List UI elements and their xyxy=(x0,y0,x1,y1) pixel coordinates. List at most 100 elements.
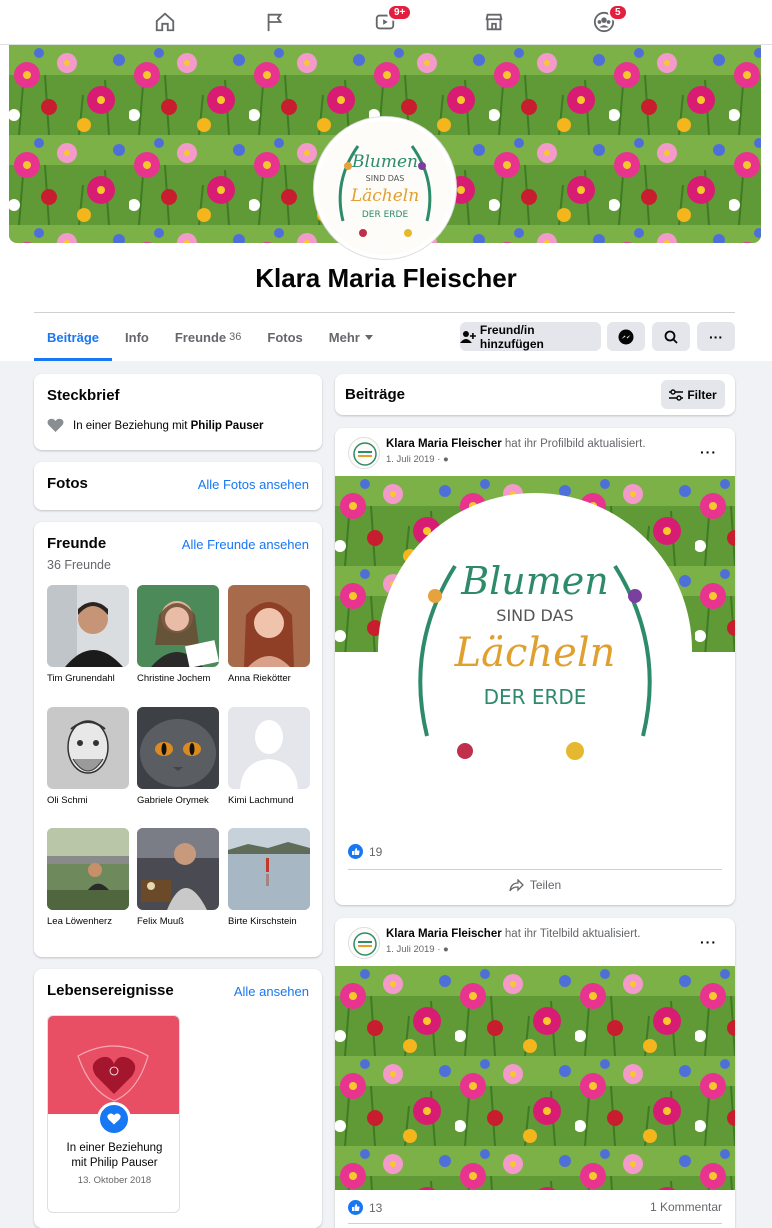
posts-header-card: Beiträge Filter xyxy=(335,374,735,415)
tab-more[interactable]: Mehr xyxy=(316,313,386,361)
friend-name[interactable]: Kimi Lachmund xyxy=(228,795,310,806)
friend-name[interactable]: Felix Muuß xyxy=(137,916,219,927)
chevron-down-icon xyxy=(364,334,373,340)
home-icon[interactable] xyxy=(151,8,179,36)
post-author-avatar[interactable] xyxy=(348,927,380,959)
post-reactions[interactable]: 13 xyxy=(348,1200,382,1215)
share-button[interactable]: Teilen xyxy=(335,878,735,892)
tab-friends[interactable]: Freunde 36 xyxy=(162,313,255,361)
posts-title: Beiträge xyxy=(345,386,406,403)
post-date[interactable]: 1. Juli 2019 · ● xyxy=(386,944,449,955)
friend-item[interactable]: Lea Löwenherz xyxy=(47,828,129,927)
svg-text:DER ERDE: DER ERDE xyxy=(484,685,587,709)
post-author-name[interactable]: Klara Maria Fleischer xyxy=(386,928,502,940)
friend-name[interactable]: Oli Schmi xyxy=(47,795,129,806)
friend-name[interactable]: Birte Kirschstein xyxy=(228,916,310,927)
marketplace-icon[interactable] xyxy=(480,8,508,36)
intro-title: Steckbrief xyxy=(47,387,120,404)
post-divider xyxy=(348,869,722,870)
friend-name[interactable]: Tim Grunendahl xyxy=(47,673,129,684)
friend-photo[interactable] xyxy=(137,585,219,667)
friend-photo[interactable] xyxy=(228,585,310,667)
friend-name[interactable]: Lea Löwenherz xyxy=(47,916,129,927)
profile-picture[interactable]: Blumen SIND DAS Lächeln DER ERDE xyxy=(314,117,456,259)
friend-item[interactable]: Christine Jochem xyxy=(137,585,219,684)
friend-item[interactable]: Felix Muuß xyxy=(137,828,219,927)
friend-item[interactable]: Kimi Lachmund xyxy=(228,707,310,806)
life-event-item[interactable]: In einer Beziehung mit Philip Pauser 13.… xyxy=(47,1015,180,1213)
post-author-line: Klara Maria Fleischer hat ihr Titelbild … xyxy=(386,928,641,940)
friend-photo[interactable] xyxy=(228,828,310,910)
svg-text:Blumen: Blumen xyxy=(460,559,609,603)
photos-title: Fotos xyxy=(47,475,88,492)
profile-header: Blumen SIND DAS Lächeln DER ERDE Klara M… xyxy=(0,45,772,361)
svg-text:SIND DAS: SIND DAS xyxy=(366,174,405,183)
intro-card: Steckbrief In einer Beziehung mit Philip… xyxy=(34,374,322,450)
post-image[interactable] xyxy=(335,966,735,1190)
all-life-events-link[interactable]: Alle ansehen xyxy=(234,984,309,999)
all-photos-link[interactable]: Alle Fotos ansehen xyxy=(198,477,309,492)
comments-count[interactable]: 1 Kommentar xyxy=(650,1200,722,1214)
friend-item[interactable]: Anna Riekötter xyxy=(228,585,310,684)
globe-icon: ● xyxy=(443,454,449,465)
friend-item[interactable]: Gabriele Orymek xyxy=(137,707,219,806)
post-date[interactable]: 1. Juli 2019 · ● xyxy=(386,454,449,465)
svg-text:Lächeln: Lächeln xyxy=(350,186,419,206)
friend-name[interactable]: Christine Jochem xyxy=(137,673,219,684)
like-reaction-icon xyxy=(348,1200,363,1215)
tab-posts[interactable]: Beiträge xyxy=(34,313,113,361)
post-more-options-icon[interactable]: ··· xyxy=(700,444,717,460)
relationship-heart-icon xyxy=(97,1102,131,1136)
life-event-illustration xyxy=(48,1016,179,1114)
pages-flag-icon[interactable] xyxy=(261,8,289,36)
add-friend-button[interactable]: Freund/in hinzufügen xyxy=(460,322,601,351)
relationship-row: In einer Beziehung mit Philip Pauser xyxy=(47,418,264,433)
svg-text:Blumen: Blumen xyxy=(351,152,418,172)
friends-count: 36 Freunde xyxy=(47,558,111,572)
friends-title: Freunde xyxy=(47,535,107,552)
filter-button[interactable]: Filter xyxy=(661,380,725,409)
post-card: Klara Maria Fleischer hat ihr Profilbild… xyxy=(335,428,735,905)
groups-notification-badge: 5 xyxy=(608,4,628,21)
friend-name[interactable]: Gabriele Orymek xyxy=(137,795,219,806)
svg-text:Lächeln: Lächeln xyxy=(454,630,616,676)
post-author-avatar[interactable] xyxy=(348,437,380,469)
friend-item[interactable]: Oli Schmi xyxy=(47,707,129,806)
friend-photo[interactable] xyxy=(47,828,129,910)
messenger-button[interactable] xyxy=(607,322,645,351)
post-author-line: Klara Maria Fleischer hat ihr Profilbild… xyxy=(386,438,646,450)
partner-link[interactable]: Philip Pauser xyxy=(191,420,264,432)
search-button[interactable] xyxy=(652,322,690,351)
life-events-card: Lebensereignisse Alle ansehen In einer B… xyxy=(34,969,322,1228)
friend-photo[interactable] xyxy=(228,707,310,789)
watch-video-icon[interactable]: 9+ xyxy=(371,4,413,36)
post-author-name[interactable]: Klara Maria Fleischer xyxy=(386,438,502,450)
friend-name[interactable]: Anna Riekötter xyxy=(228,673,310,684)
all-friends-link[interactable]: Alle Freunde ansehen xyxy=(182,537,309,552)
more-options-button[interactable]: ··· xyxy=(697,322,735,351)
tab-info[interactable]: Info xyxy=(112,313,162,361)
friend-photo[interactable] xyxy=(137,828,219,910)
ellipsis-icon: ··· xyxy=(709,328,723,345)
add-friend-icon xyxy=(460,330,476,343)
friend-item[interactable]: Tim Grunendahl xyxy=(47,585,129,684)
groups-icon[interactable]: 5 xyxy=(590,4,628,36)
friend-photo[interactable] xyxy=(47,585,129,667)
watch-notification-badge: 9+ xyxy=(387,4,413,21)
life-event-date: 13. Oktober 2018 xyxy=(77,1175,152,1186)
friend-photo[interactable] xyxy=(137,707,219,789)
post-divider xyxy=(348,1223,722,1224)
globe-icon: ● xyxy=(443,944,449,955)
post-image[interactable]: Blumen SIND DAS Lächeln DER ERDE xyxy=(335,476,735,834)
tab-photos[interactable]: Fotos xyxy=(254,313,315,361)
photos-card: Fotos Alle Fotos ansehen xyxy=(34,462,322,510)
friend-item[interactable]: Birte Kirschstein xyxy=(228,828,310,927)
filter-sliders-icon xyxy=(669,388,684,401)
friend-photo[interactable] xyxy=(47,707,129,789)
life-event-text: In einer Beziehung mit Philip Pauser 13.… xyxy=(48,1141,179,1188)
post-reactions[interactable]: 19 xyxy=(348,844,382,859)
like-reaction-icon xyxy=(348,844,363,859)
post-more-options-icon[interactable]: ··· xyxy=(700,934,717,950)
search-icon xyxy=(664,330,678,344)
top-navigation: 9+ 5 xyxy=(0,0,772,45)
